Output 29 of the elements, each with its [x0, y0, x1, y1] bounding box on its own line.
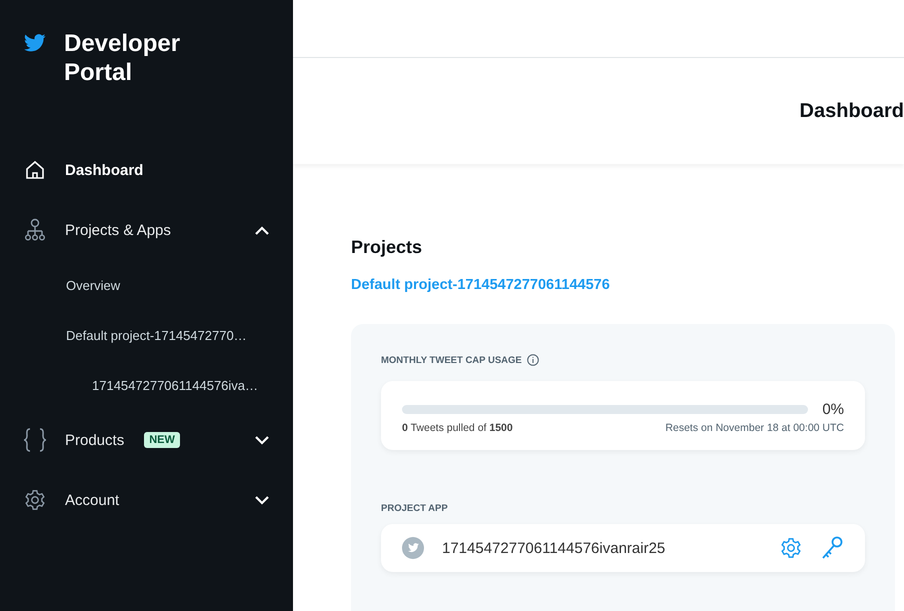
sidebar-item[interactable]: Products	[65, 432, 124, 448]
sidebar-item[interactable]: Account	[65, 492, 120, 508]
sidebar-item[interactable]: Dashboard	[65, 162, 144, 178]
settings-icon	[24, 489, 46, 511]
sidebar-item[interactable]: Projects & Apps	[65, 222, 171, 238]
usage-percent: 0%	[822, 401, 844, 418]
sidebar-subitem[interactable]: Overview	[66, 278, 120, 292]
settings-icon[interactable]	[780, 537, 802, 559]
portal-title: Developer Portal	[64, 29, 182, 88]
braces-icon	[23, 427, 47, 453]
sidebar-subitem[interactable]: 1714547277061144576iva…	[92, 378, 258, 392]
chevron-up-icon[interactable]	[255, 226, 269, 234]
project-app-label: PROJECT APP	[381, 503, 448, 514]
usage-label: MONTHLY TWEET CAP USAGE	[381, 354, 522, 366]
new-badge: NEW	[144, 432, 180, 448]
sidebar-subitem[interactable]: Default project-17145472770…	[66, 328, 247, 342]
app-name[interactable]: 1714547277061144576ivanrair25	[442, 540, 762, 556]
chevron-down-icon[interactable]	[255, 436, 269, 444]
info-icon[interactable]	[526, 354, 539, 366]
bird-avatar-icon	[402, 537, 424, 559]
key-icon[interactable]	[820, 536, 844, 560]
bird-logo-icon	[24, 34, 46, 52]
hierarchy-icon	[24, 218, 46, 242]
section-heading: Projects	[351, 237, 424, 258]
tweets-pulled-text: 0 Tweets pulled of 1500	[402, 422, 513, 434]
home-icon	[24, 159, 46, 181]
page-title: Dashboard	[800, 100, 904, 122]
reset-text: Resets on November 18 at 00:00 UTC	[665, 422, 844, 434]
chevron-down-icon[interactable]	[255, 496, 269, 504]
